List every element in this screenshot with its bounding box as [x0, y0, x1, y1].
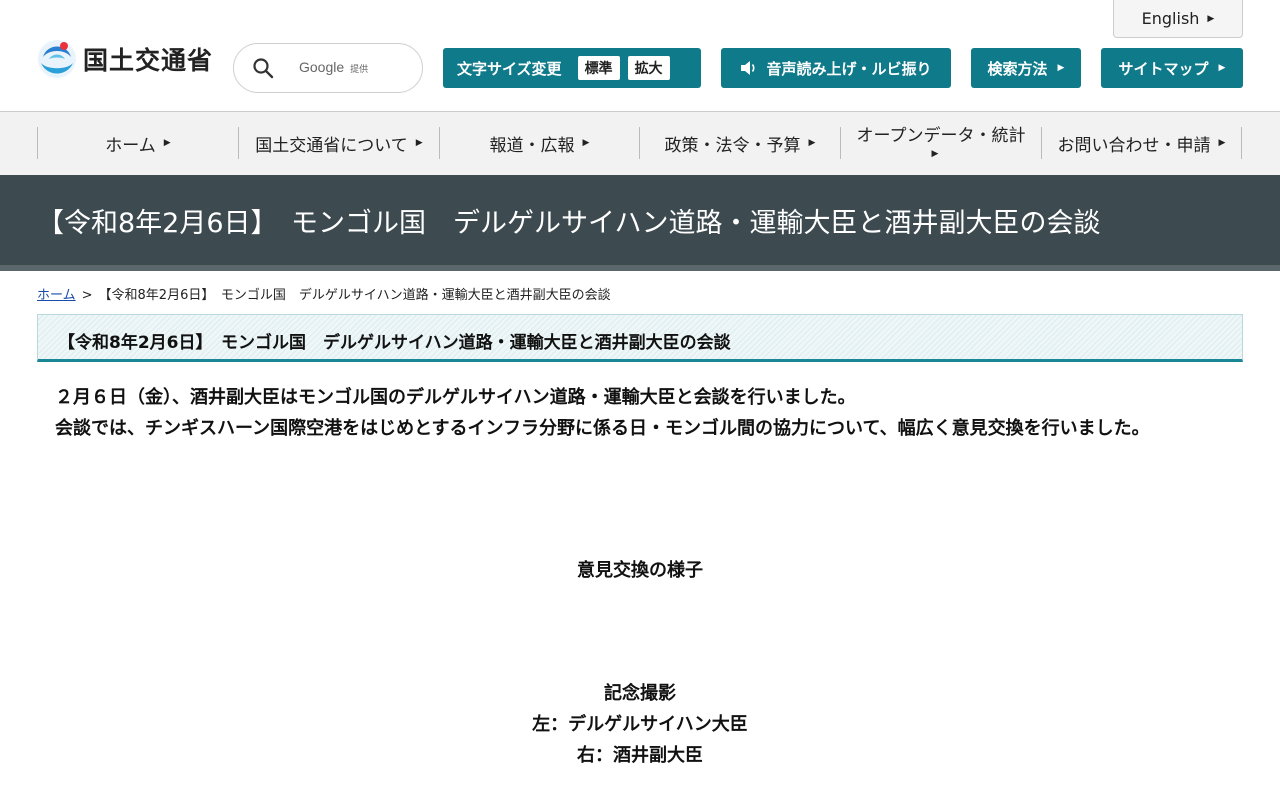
breadcrumb: ホーム > 【令和8年2月6日】 モンゴル国 デルゲルサイハン道路・運輸大臣と酒井副… — [37, 284, 611, 303]
mlit-logo[interactable]: 国土交通省 — [37, 37, 213, 81]
photo-caption: 記念撮影 — [604, 683, 676, 704]
paragraph: ２月６日（金）、酒井副大臣はモンゴル国のデルゲルサイハン道路・運輸大臣と会談を行… — [55, 387, 856, 408]
arrow-right-icon: ▶ — [1057, 63, 1065, 73]
search-method-button[interactable]: 検索方法 ▶ — [971, 48, 1081, 88]
font-size-control: 文字サイズ変更 標準 拡大 — [443, 48, 701, 88]
page-banner: 【令和8年2月6日】 モンゴル国 デルゲルサイハン道路・運輸大臣と酒井副大臣の会… — [0, 175, 1280, 265]
search-input[interactable] — [282, 56, 414, 82]
font-size-standard-button[interactable]: 標準 — [577, 56, 620, 80]
site-header: 国土交通省 Google 提供 English ▶ 文字サイズ変更 標準 拡大 音声… — [0, 0, 1280, 112]
photo-caption: 左：デルゲルサイハン大臣 — [532, 714, 748, 735]
arrow-right-icon: ▶ — [1218, 63, 1226, 73]
arrow-right-icon: ▶ — [415, 138, 423, 148]
nav-item-label: 報道・広報 — [489, 135, 575, 156]
sitemap-button[interactable]: サイトマップ ▶ — [1101, 48, 1243, 88]
breadcrumb-separator: > — [81, 288, 93, 303]
banner-divider — [0, 265, 1280, 271]
nav-item-policy[interactable]: 政策・法令・予算 ▶ — [639, 127, 840, 159]
nav-item-contact[interactable]: お問い合わせ・申請 ▶ — [1041, 127, 1241, 159]
font-size-large-button[interactable]: 拡大 — [627, 56, 670, 80]
english-button[interactable]: English ▶ — [1113, 0, 1243, 38]
paragraph: 会談では、チンギスハーン国際空港をはじめとするインフラ分野に係る日・モンゴル間の… — [55, 418, 1150, 439]
global-nav: ホーム ▶ 国土交通省について ▶ 報道・広報 ▶ 政策・法令・予算 ▶ オープンデータ… — [0, 112, 1280, 175]
logo-text: 国土交通省 — [83, 46, 214, 75]
photo-caption: 意見交換の様子 — [577, 560, 703, 581]
arrow-right-icon: ▶ — [931, 148, 939, 159]
arrow-right-icon: ▶ — [1218, 138, 1226, 148]
search-method-label: 検索方法 — [987, 59, 1048, 78]
arrow-right-icon: ▶ — [163, 138, 171, 148]
nav-item-label: ホーム — [105, 135, 156, 156]
sitemap-label: サイトマップ — [1118, 59, 1209, 78]
nav-divider — [1241, 127, 1242, 159]
nav-item-opendata[interactable]: オープンデータ・統計 ▶ — [840, 126, 1041, 159]
arrow-right-icon: ▶ — [1207, 13, 1215, 24]
nav-item-about[interactable]: 国土交通省について ▶ — [238, 127, 439, 159]
arrow-right-icon: ▶ — [582, 138, 590, 148]
nav-item-press[interactable]: 報道・広報 ▶ — [439, 127, 639, 159]
breadcrumb-current: 【令和8年2月6日】 モンゴル国 デルゲルサイハン道路・運輸大臣と酒井副大臣の会… — [98, 288, 611, 303]
nav-item-label: 政策・法令・予算 — [664, 135, 801, 156]
font-size-label: 文字サイズ変更 — [457, 59, 562, 78]
nav-item-label: オープンデータ・統計 — [856, 126, 1026, 147]
page-title: 【令和8年2月6日】 モンゴル国 デルゲルサイハン道路・運輸大臣と酒井副大臣の会… — [37, 208, 1101, 239]
search-icon[interactable] — [252, 57, 274, 79]
site-search[interactable]: Google 提供 — [233, 43, 423, 93]
photo-caption-group: 記念撮影 左：デルゲルサイハン大臣 右：酒井副大臣 — [0, 678, 1280, 771]
arrow-right-icon: ▶ — [808, 138, 816, 148]
photo-caption: 右：酒井副大臣 — [577, 745, 703, 766]
speaker-icon — [741, 61, 756, 75]
speech-label: 音声読み上げ・ルビ振り — [766, 59, 932, 78]
speech-ruby-button[interactable]: 音声読み上げ・ルビ振り — [721, 48, 951, 88]
section-heading-text: 【令和8年2月6日】 モンゴル国 デルゲルサイハン道路・運輸大臣と酒井副大臣の会… — [58, 333, 731, 353]
nav-item-label: 国土交通省について — [255, 135, 408, 156]
english-label: English — [1141, 9, 1200, 28]
nav-item-label: お問い合わせ・申請 — [1057, 135, 1211, 156]
mlit-logo-icon — [38, 40, 76, 78]
section-heading: 【令和8年2月6日】 モンゴル国 デルゲルサイハン道路・運輸大臣と酒井副大臣の会… — [37, 314, 1243, 362]
breadcrumb-home-link[interactable]: ホーム — [37, 288, 76, 303]
nav-item-home[interactable]: ホーム ▶ — [37, 127, 238, 159]
article-body: ２月６日（金）、酒井副大臣はモンゴル国のデルゲルサイハン道路・運輸大臣と会談を行… — [37, 382, 1243, 444]
